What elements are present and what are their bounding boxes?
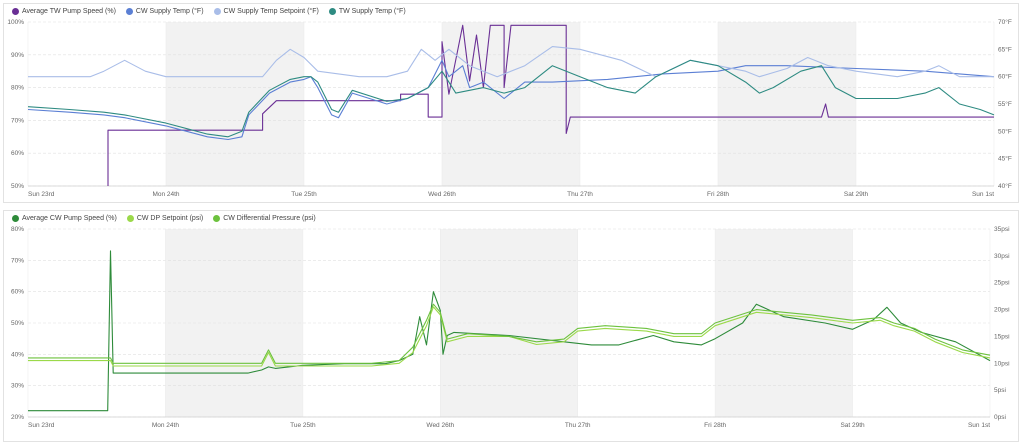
y-left-tick-label: 70%: [11, 117, 24, 124]
y-left-tick-label: 90%: [11, 52, 24, 59]
y-left-tick-label: 80%: [11, 226, 24, 233]
y-left-tick-label: 30%: [11, 383, 24, 390]
y-left-tick-label: 50%: [11, 183, 24, 190]
x-tick-label: Tue 25th: [290, 422, 316, 429]
x-tick-label: Thu 27th: [565, 422, 591, 429]
x-tick-label: Sun 1st: [968, 422, 990, 429]
y-right-tick-label: 20psi: [994, 307, 1010, 314]
y-right-tick-label: 35psi: [994, 226, 1010, 233]
x-tick-label: Thu 27th: [567, 191, 593, 198]
x-tick-label: Wed 26th: [426, 422, 454, 429]
x-tick-label: Sat 29th: [844, 191, 869, 198]
chart-panel-temperature: Average TW Pump Speed (%) CW Supply Temp…: [3, 3, 1019, 203]
x-tick-label: Fri 28th: [704, 422, 726, 429]
x-tick-label: Sat 29th: [840, 422, 865, 429]
x-tick-label: Sun 23rd: [28, 191, 55, 198]
y-left-tick-label: 60%: [11, 289, 24, 296]
y-right-tick-label: 45°F: [998, 155, 1012, 163]
x-tick-label: Sun 1st: [972, 191, 994, 198]
day-band: [442, 22, 580, 186]
x-tick-label: Sun 23rd: [28, 422, 55, 429]
y-left-tick-label: 60%: [11, 150, 24, 157]
y-left-tick-label: 70%: [11, 257, 24, 264]
y-right-tick-label: 50°F: [998, 127, 1012, 135]
y-right-tick-label: 55°F: [998, 100, 1012, 108]
chart-plot-temperature: 50% 60% 70% 80% 90% 100% 40°F 45°F 50°F 55°F 60°F 6…: [7, 18, 1012, 198]
y-right-tick-label: 70°F: [998, 18, 1012, 26]
y-right-tick-label: 15psi: [994, 333, 1010, 340]
y-right-tick-label: 0psi: [994, 414, 1006, 421]
x-tick-label: Mon 24th: [152, 191, 179, 198]
y-left-tick-label: 50%: [11, 320, 24, 327]
y-right-tick-label: 5psi: [994, 387, 1006, 394]
x-tick-label: Mon 24th: [152, 422, 179, 429]
chart-panel-pressure: Average CW Pump Speed (%) CW DP Setpoint…: [3, 210, 1019, 442]
x-tick-label: Wed 26th: [428, 191, 456, 198]
y-right-tick-label: 10psi: [994, 360, 1010, 367]
y-right-tick-label: 40°F: [998, 182, 1012, 190]
x-tick-label: Tue 25th: [291, 191, 317, 198]
x-tick-label: Fri 28th: [707, 191, 729, 198]
y-left-tick-label: 100%: [7, 19, 24, 26]
chart-plot-pressure: 20% 30% 40% 50% 60% 70% 80% 0psi 5psi 10psi 15psi 2…: [11, 226, 1010, 429]
y-right-tick-label: 60°F: [998, 73, 1012, 81]
y-right-tick-label: 65°F: [998, 45, 1012, 53]
y-right-tick-label: 30psi: [994, 253, 1010, 260]
y-left-tick-label: 40%: [11, 351, 24, 358]
y-left-tick-label: 80%: [11, 85, 24, 92]
y-right-tick-label: 25psi: [994, 280, 1010, 287]
y-left-tick-label: 20%: [11, 414, 24, 421]
day-band: [718, 22, 856, 186]
day-band: [166, 22, 304, 186]
